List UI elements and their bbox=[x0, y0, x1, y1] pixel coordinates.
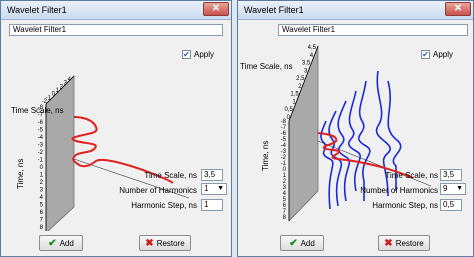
time-scale-input[interactable]: 3,5 bbox=[201, 169, 223, 181]
time-tick-label: -3 bbox=[38, 143, 44, 149]
time-tick-label: 5 bbox=[40, 203, 44, 209]
time-scale-label: Time Scale, ns bbox=[144, 171, 197, 180]
restore-label: Restore bbox=[156, 238, 185, 248]
window-title: Wavelet Filter1 bbox=[7, 5, 67, 15]
close-icon[interactable]: ✕ bbox=[203, 2, 229, 16]
chevron-down-icon[interactable]: ▼ bbox=[217, 184, 224, 194]
add-label: Add bbox=[59, 238, 74, 248]
check-icon: ✔ bbox=[48, 237, 57, 249]
filter-name-field[interactable]: Wavelet Filter1 bbox=[278, 24, 468, 36]
add-button[interactable]: ✔ Add bbox=[39, 235, 83, 251]
time-tick-label: 8 bbox=[40, 225, 44, 231]
restore-button[interactable]: ✖ Restore bbox=[378, 235, 430, 251]
title-bar: Wavelet Filter1 ✕ bbox=[238, 1, 473, 20]
harmonics-value: 1 bbox=[204, 184, 209, 193]
title-bar: Wavelet Filter1 ✕ bbox=[1, 1, 231, 20]
check-icon: ✔ bbox=[289, 237, 298, 249]
time-scale-label: Time Scale, ns bbox=[385, 171, 438, 180]
time-tick-label: 2 bbox=[40, 180, 44, 186]
time-tick-label: -4 bbox=[38, 135, 44, 141]
restore-label: Restore bbox=[395, 238, 424, 248]
harmonic-step-input[interactable]: 1 bbox=[201, 199, 223, 211]
x-icon: ✖ bbox=[145, 237, 154, 249]
restore-button[interactable]: ✖ Restore bbox=[139, 235, 191, 251]
wavelet-3d-plot: 4,543,532,521,510,50-8-7-6-5-4-3-2-10123… bbox=[240, 45, 432, 222]
time-tick-label: -2 bbox=[38, 150, 44, 156]
x-icon: ✖ bbox=[384, 237, 393, 249]
add-label: Add bbox=[300, 238, 315, 248]
harmonics-value: 9 bbox=[443, 184, 448, 193]
harmonic-step-input[interactable]: 0,5 bbox=[440, 199, 462, 211]
chevron-down-icon[interactable]: ▼ bbox=[456, 184, 463, 194]
depth-tick-label: 3,5 bbox=[302, 61, 311, 67]
time-tick-label: -5 bbox=[38, 128, 44, 134]
harmonics-label: Number of Harmonics bbox=[360, 186, 438, 195]
harmonics-label: Number of Harmonics bbox=[119, 186, 197, 195]
time-tick-label: 6 bbox=[40, 210, 44, 216]
time-tick-label: 8 bbox=[283, 215, 287, 221]
wavelet-window-left: Wavelet Filter1 ✕ Wavelet Filter1 ✔ Appl… bbox=[0, 0, 232, 257]
harmonics-select[interactable]: 9 ▼ bbox=[440, 183, 466, 195]
window-title: Wavelet Filter1 bbox=[244, 5, 304, 15]
wavelet-3d-plot: 43210-1-2-8-7-6-5-4-3-2-1012345678 Time … bbox=[11, 75, 190, 231]
harmonic-wavelet-curve bbox=[358, 80, 371, 201]
filter-name-field[interactable]: Wavelet Filter1 bbox=[9, 24, 223, 36]
close-icon[interactable]: ✕ bbox=[445, 2, 471, 16]
axis-top-label: Time Scale, ns bbox=[11, 106, 64, 115]
harmonic-step-label: Harmonic Step, ns bbox=[372, 201, 438, 210]
depth-tick-label: 4,5 bbox=[308, 45, 317, 51]
depth-tick-label: 2,5 bbox=[296, 76, 305, 82]
time-scale-input[interactable]: 3,5 bbox=[440, 169, 462, 181]
time-tick-label: 0 bbox=[40, 165, 44, 171]
axis-side-label: Time, ns bbox=[261, 141, 270, 171]
harmonic-step-label: Harmonic Step, ns bbox=[131, 201, 197, 210]
time-tick-label: 3 bbox=[40, 188, 44, 194]
time-tick-label: 1 bbox=[40, 173, 44, 179]
time-tick-label: 7 bbox=[40, 218, 44, 224]
time-tick-label: 4 bbox=[40, 195, 44, 201]
wavelet-window-right: Wavelet Filter1 ✕ Wavelet Filter1 ✔ Appl… bbox=[237, 0, 474, 257]
harmonics-select[interactable]: 1 ▼ bbox=[201, 183, 227, 195]
axis-top-label: Time Scale, ns bbox=[240, 62, 293, 71]
time-tick-label: -6 bbox=[38, 120, 44, 126]
axis-side-label: Time, ns bbox=[16, 159, 25, 189]
time-tick-label: -1 bbox=[38, 158, 44, 164]
add-button[interactable]: ✔ Add bbox=[280, 235, 324, 251]
depth-tick-label: 0,5 bbox=[285, 107, 294, 113]
depth-tick-label: 1,5 bbox=[290, 92, 299, 98]
